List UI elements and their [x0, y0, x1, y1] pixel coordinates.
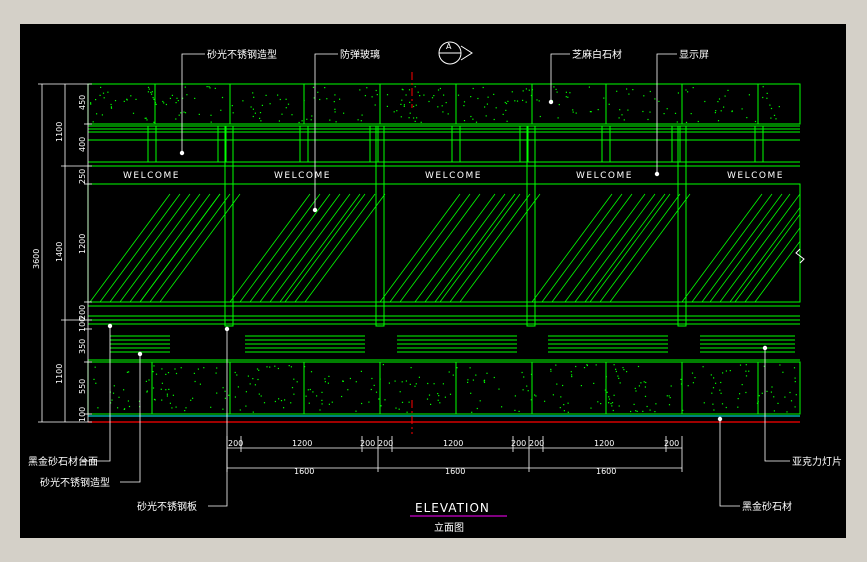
callout-sanded-steel-plate: 砂光不锈钢板	[137, 500, 197, 513]
callout-bulletproof-glass: 防弹玻璃	[340, 48, 380, 61]
section-marker: A	[438, 41, 473, 65]
dim-c2: 1600	[445, 467, 465, 476]
callout-sanded-steel-shape-top: 砂光不锈钢造型	[207, 48, 277, 61]
dim-1200: 1200	[78, 234, 87, 254]
welcome-text-4: WELCOME	[576, 171, 633, 181]
dim-c1: 1600	[294, 467, 314, 476]
display-screen-band	[88, 125, 800, 167]
dim-b6: 200	[511, 439, 526, 448]
lower-rails	[88, 301, 800, 325]
dim-b2: 1200	[292, 439, 312, 448]
dim-upper: 1100	[55, 122, 64, 142]
bottom-dimension-text: 200 1200 200 200 1200 200 200 1200 200 1…	[228, 439, 679, 476]
dim-b8: 1200	[594, 439, 614, 448]
drawing-title-block: ELEVATION 立面图	[410, 501, 507, 534]
dim-total-height: 3600	[32, 249, 41, 269]
dim-b5: 1200	[443, 439, 463, 448]
dim-middle: 1400	[55, 242, 64, 262]
welcome-text-1: WELCOME	[123, 171, 180, 181]
stone-speckle-bottom	[93, 364, 797, 413]
dim-b3: 200	[360, 439, 375, 448]
bottom-stone-band	[87, 361, 801, 417]
bulletproof-glass-panel	[87, 183, 801, 303]
dim-250: 250	[78, 169, 87, 184]
elevation-drawing: WELCOME WELCOME WELCOME WELCOME WELCOME	[28, 41, 842, 534]
top-stone-band	[87, 83, 801, 125]
callout-black-gold-countertop: 黑金砂石材台面	[28, 455, 98, 468]
callout-leaders	[82, 53, 790, 507]
dim-b7: 200	[529, 439, 544, 448]
left-dimension-text: 3600 1100 1400 1100 450 400 250 1200 200…	[32, 95, 87, 422]
section-marker-label: A	[446, 42, 452, 51]
welcome-text-2: WELCOME	[274, 171, 331, 181]
dim-c3: 1600	[596, 467, 616, 476]
dim-b1: 200	[228, 439, 243, 448]
welcome-text-3: WELCOME	[425, 171, 482, 181]
drawing-subtitle: 立面图	[434, 521, 464, 534]
dim-400: 400	[78, 137, 87, 152]
callout-black-gold-stone: 黑金砂石材	[742, 500, 792, 513]
dim-550: 550	[78, 379, 87, 394]
drawing-title: ELEVATION	[415, 501, 490, 515]
callout-sesame-white-stone: 芝麻白石材	[572, 48, 622, 61]
drawing-canvas: WELCOME WELCOME WELCOME WELCOME WELCOME	[20, 24, 846, 538]
dim-100b: 100	[78, 407, 87, 422]
acrylic-light-band	[88, 335, 800, 361]
stone-speckle-top	[90, 86, 780, 124]
dim-b9: 200	[664, 439, 679, 448]
welcome-band: WELCOME WELCOME WELCOME WELCOME WELCOME	[88, 171, 800, 185]
dim-350: 350	[78, 339, 87, 354]
callout-sanded-steel-shape-bottom: 砂光不锈钢造型	[40, 476, 110, 489]
welcome-text-5: WELCOME	[727, 171, 784, 181]
callout-acrylic-light-sheet: 亚克力灯片	[792, 455, 842, 468]
dim-lower: 1100	[55, 364, 64, 384]
stainless-mullions	[224, 125, 687, 327]
callout-display-screen: 显示屏	[679, 49, 709, 61]
dim-b4: 200	[378, 439, 393, 448]
dim-100a: 100	[78, 317, 87, 332]
callout-dots	[107, 99, 768, 422]
dim-450: 450	[78, 95, 87, 110]
